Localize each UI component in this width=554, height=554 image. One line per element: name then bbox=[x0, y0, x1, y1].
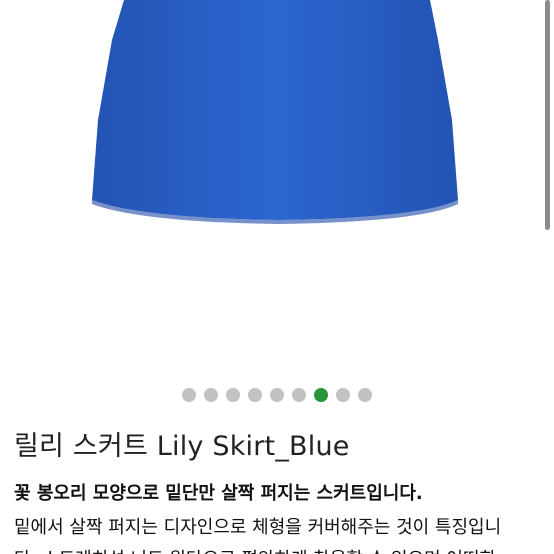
product-title: 릴리 스커트 Lily Skirt_Blue bbox=[14, 431, 350, 462]
carousel-dot[interactable] bbox=[226, 388, 240, 402]
carousel-dot[interactable] bbox=[182, 388, 196, 402]
carousel-dot[interactable] bbox=[336, 388, 350, 402]
carousel-dot-active[interactable] bbox=[314, 388, 328, 402]
product-image[interactable] bbox=[0, 0, 554, 380]
carousel-dot[interactable] bbox=[270, 388, 284, 402]
description-line: 다. 스트레치성 니트 원단으로 편안하게 착용할 수 있으며 어떠한 bbox=[14, 544, 501, 554]
carousel-dots[interactable] bbox=[0, 386, 554, 404]
skirt-illustration bbox=[92, 0, 458, 224]
carousel-dot[interactable] bbox=[358, 388, 372, 402]
description-line: 밑에서 살짝 퍼지는 디자인으로 체형을 커버해주는 것이 특징입니 bbox=[14, 517, 502, 538]
carousel-dot[interactable] bbox=[292, 388, 306, 402]
scrollbar[interactable] bbox=[545, 0, 550, 230]
carousel-dot[interactable] bbox=[248, 388, 262, 402]
description-body: 밑에서 살짝 퍼지는 디자인으로 체형을 커버해주는 것이 특징입니 다. 스트… bbox=[14, 512, 501, 554]
description-headline: 꽃 봉오리 모양으로 밑단만 살짝 퍼지는 스커트입니다. bbox=[14, 483, 423, 504]
carousel-dot[interactable] bbox=[204, 388, 218, 402]
